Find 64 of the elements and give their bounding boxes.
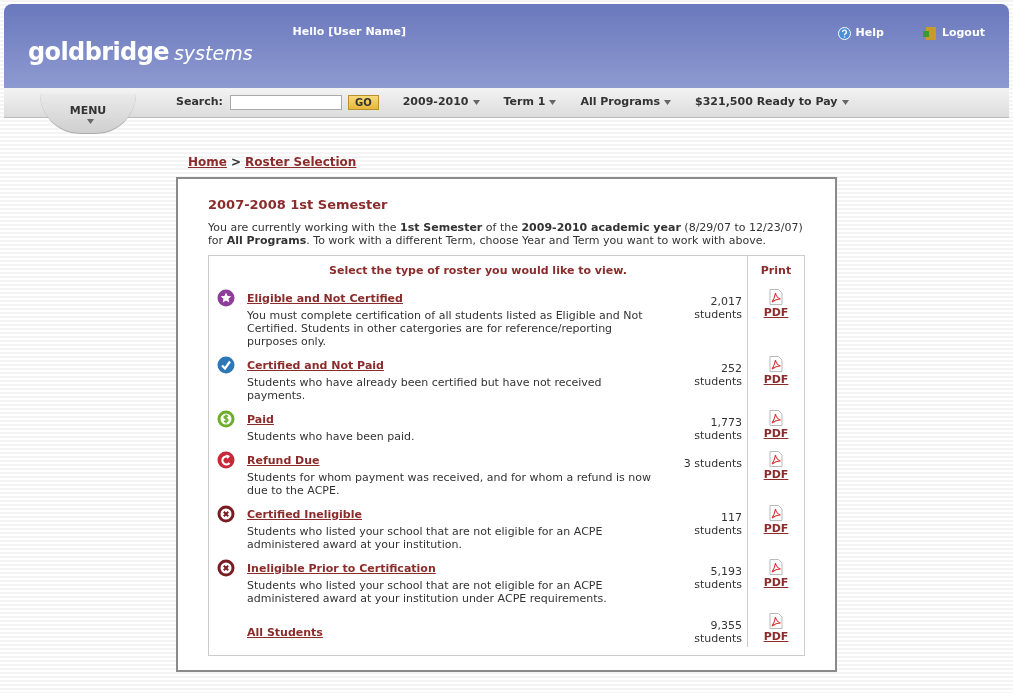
breadcrumb-link[interactable]: Roster Selection: [245, 153, 357, 171]
search-field[interactable]: [230, 95, 342, 110]
pdf-icon: [769, 558, 783, 575]
student-count: 3 students: [682, 455, 742, 470]
pdf-icon: [769, 409, 783, 426]
dropdown-menu[interactable]: All Programs: [580, 94, 672, 111]
pdf-link[interactable]: PDF: [763, 409, 789, 442]
pdf-icon: [769, 504, 783, 521]
student-count: 252 students: [693, 360, 742, 388]
logout-link[interactable]: Logout: [921, 25, 985, 42]
dollar-icon: [217, 409, 235, 428]
pdf-icon: [769, 450, 783, 467]
help-link[interactable]: Help: [837, 25, 884, 42]
roster-link[interactable]: Certified and Not Paid: [247, 358, 384, 372]
menu-button[interactable]: MENU: [40, 94, 136, 134]
student-count: 9,355 students: [693, 617, 742, 645]
pdf-link[interactable]: PDF: [763, 450, 789, 483]
table-heading: Select the type of roster you would like to view.: [328, 262, 628, 279]
breadcrumb-separator: >: [230, 154, 241, 171]
checkmark-icon: [217, 355, 235, 374]
go-button[interactable]: GO: [348, 95, 379, 110]
student-count: 2,017 students: [693, 293, 742, 321]
caret-icon: [841, 100, 849, 105]
roster-description: Students who have been paid.: [247, 429, 416, 443]
roster-description: Students who have already been certified but have not received payments.: [247, 375, 603, 402]
roster-link[interactable]: Refund Due: [247, 453, 320, 467]
caret-icon: [472, 100, 480, 105]
pdf-link[interactable]: PDF: [763, 558, 789, 591]
roster-description: Students who listed your school that are not eligible for an ACPE administered award at your institution.: [247, 524, 604, 551]
intro-paragraph: You are currently working with the 1st Semester of the 2009-2010 academic year (8/29/07 to 12/23/07) for All Programs. To work with a different Term, choose Year and Term you want to work with above.: [208, 220, 804, 247]
x-icon: [217, 558, 235, 577]
search-label: Search:: [176, 94, 223, 111]
pdf-link[interactable]: PDF: [763, 612, 789, 645]
caret-icon: [664, 100, 672, 105]
roster-link[interactable]: Ineligible Prior to Certification: [247, 561, 436, 575]
pdf-link[interactable]: PDF: [763, 288, 789, 321]
roster-description: You must complete certification of all students listed as Eligible and Not Certified. Students in other catergories are for reference/reporting purposes only.: [247, 308, 644, 348]
roster-link[interactable]: Eligible and Not Certified: [247, 291, 403, 305]
roster-link[interactable]: Paid: [247, 412, 274, 426]
help-icon: [837, 26, 851, 40]
pdf-icon: [769, 288, 783, 305]
door-icon: [921, 25, 937, 41]
student-count: 117 students: [693, 509, 742, 537]
print-heading: Print: [747, 255, 804, 283]
pdf-icon: [769, 612, 783, 629]
breadcrumb-link[interactable]: Home: [188, 153, 227, 171]
roster-description: Students for whom payment was received, and for whom a refund is now due to the ACPE.: [247, 470, 652, 497]
pdf-link[interactable]: PDF: [763, 504, 789, 537]
student-count: 5,193 students: [693, 563, 742, 591]
panel-title: 2007-2008 1st Semester: [208, 196, 389, 214]
student-count: 1,773 students: [693, 414, 742, 442]
pdf-link[interactable]: PDF: [763, 355, 789, 388]
roster-link[interactable]: Certified Ineligible: [247, 507, 362, 521]
logo-tagline: systems: [173, 41, 253, 66]
caret-icon: [549, 100, 557, 105]
dropdown-menu[interactable]: $321,500 Ready to Pay: [695, 94, 849, 111]
dropdown-menu[interactable]: Term 1: [503, 94, 557, 111]
roster-link[interactable]: All Students: [247, 625, 323, 639]
logo-wordmark: goldbridge: [28, 37, 169, 68]
x-icon: [217, 504, 235, 523]
dropdown-menu[interactable]: 2009-2010: [402, 94, 480, 111]
pdf-icon: [769, 355, 783, 372]
roster-description: Students who listed your school that are not eligible for an ACPE administered award at your institution under ACPE requirements.: [247, 578, 608, 605]
greeting-text: Hello [User Name]: [292, 24, 406, 40]
